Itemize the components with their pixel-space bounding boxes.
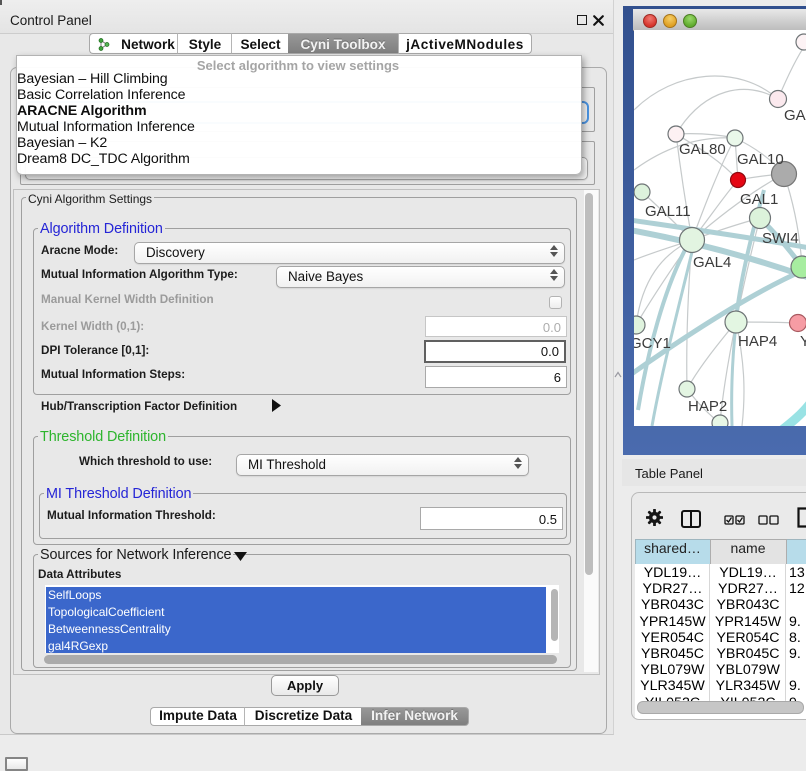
svg-text:GCY1: GCY1 <box>634 335 671 352</box>
svg-text:GAL4: GAL4 <box>693 254 731 271</box>
svg-text:GAL7: GAL7 <box>784 107 806 124</box>
svg-text:HAP2: HAP2 <box>688 398 727 415</box>
svg-text:GAL1: GAL1 <box>740 191 778 208</box>
svg-text:HAP4: HAP4 <box>738 333 777 350</box>
svg-text:Y: Y <box>800 333 806 350</box>
svg-text:GAL11: GAL11 <box>645 203 691 220</box>
svg-text:GAL80: GAL80 <box>679 141 726 158</box>
svg-text:SWI4: SWI4 <box>762 230 799 247</box>
svg-text:GAL10: GAL10 <box>737 151 784 168</box>
